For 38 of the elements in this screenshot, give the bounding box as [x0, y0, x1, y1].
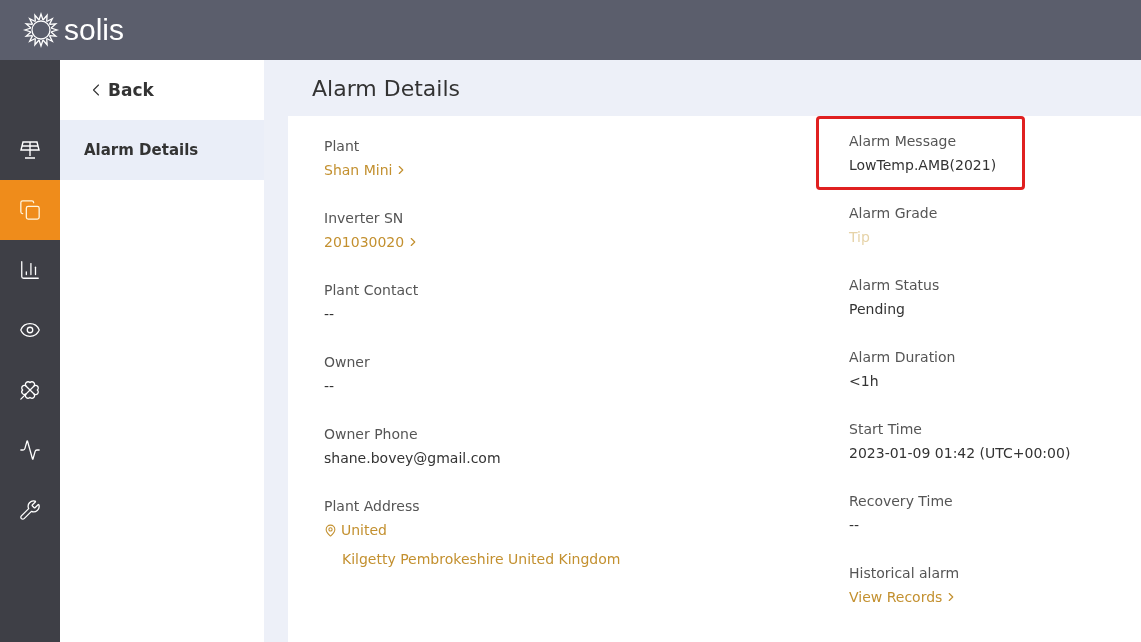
field-value: Tip [849, 229, 870, 245]
logo-text: solis [64, 13, 124, 47]
address-value: United [324, 522, 387, 538]
field-value: -- [849, 517, 860, 533]
field-label: Alarm Status [849, 277, 940, 293]
field-label: Inverter SN [324, 210, 404, 226]
solar-panel-icon [19, 139, 41, 161]
field-label: Plant [324, 138, 360, 154]
field-label: Alarm Message [849, 133, 956, 149]
field-value: Pending [849, 301, 905, 317]
chart-icon [19, 259, 41, 281]
field-label: Start Time [849, 421, 922, 437]
field-value: <1h [849, 373, 879, 389]
field-label: Plant Contact [324, 282, 419, 298]
sun-logo-icon [22, 11, 60, 49]
field-value: 2023-01-09 01:42 (UTC+00:00) [849, 445, 1071, 461]
field-label: Alarm Duration [849, 349, 956, 365]
field-label: Recovery Time [849, 493, 953, 509]
field-label: Alarm Grade [849, 205, 938, 221]
field-value: -- [324, 306, 335, 322]
address-detail: Kilgetty Pembrokeshire United Kingdom [342, 550, 622, 569]
field-value: -- [324, 378, 335, 394]
wrench-icon [19, 499, 41, 521]
page-title: Alarm Details [311, 74, 461, 103]
location-pin-icon [324, 523, 337, 537]
field-label: Plant Address [324, 498, 420, 514]
field-link[interactable]: 201030020 [324, 234, 421, 250]
field-value: LowTemp.AMB(2021) [849, 157, 997, 173]
field-label: Historical alarm [849, 565, 960, 581]
field-link[interactable]: Shan Mini [324, 162, 409, 178]
field-link[interactable]: View Records [849, 589, 959, 605]
field-label: Owner Phone [324, 426, 418, 442]
clover-icon [19, 379, 41, 401]
activity-icon [19, 439, 41, 461]
field-value: shane.bovey@gmail.com [324, 450, 501, 466]
documents-icon [19, 199, 41, 221]
sidebar-item[interactable]: Alarm Details [60, 120, 264, 180]
field-label: Owner [324, 354, 370, 370]
